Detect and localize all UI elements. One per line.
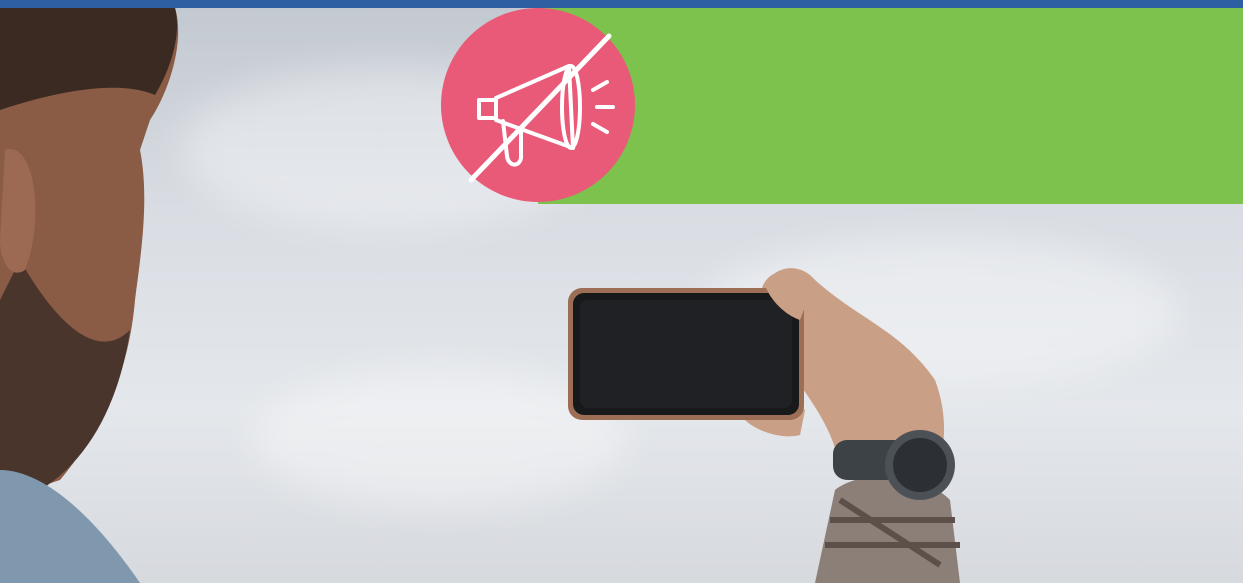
- man-shirt: [0, 470, 140, 583]
- smartphone: [568, 288, 804, 420]
- top-accent-bar: [0, 0, 1243, 8]
- man-head: [0, 8, 179, 500]
- no-promotion-badge: [441, 8, 635, 202]
- megaphone-crossed-out-icon: [468, 33, 615, 183]
- green-banner: [538, 8, 1243, 204]
